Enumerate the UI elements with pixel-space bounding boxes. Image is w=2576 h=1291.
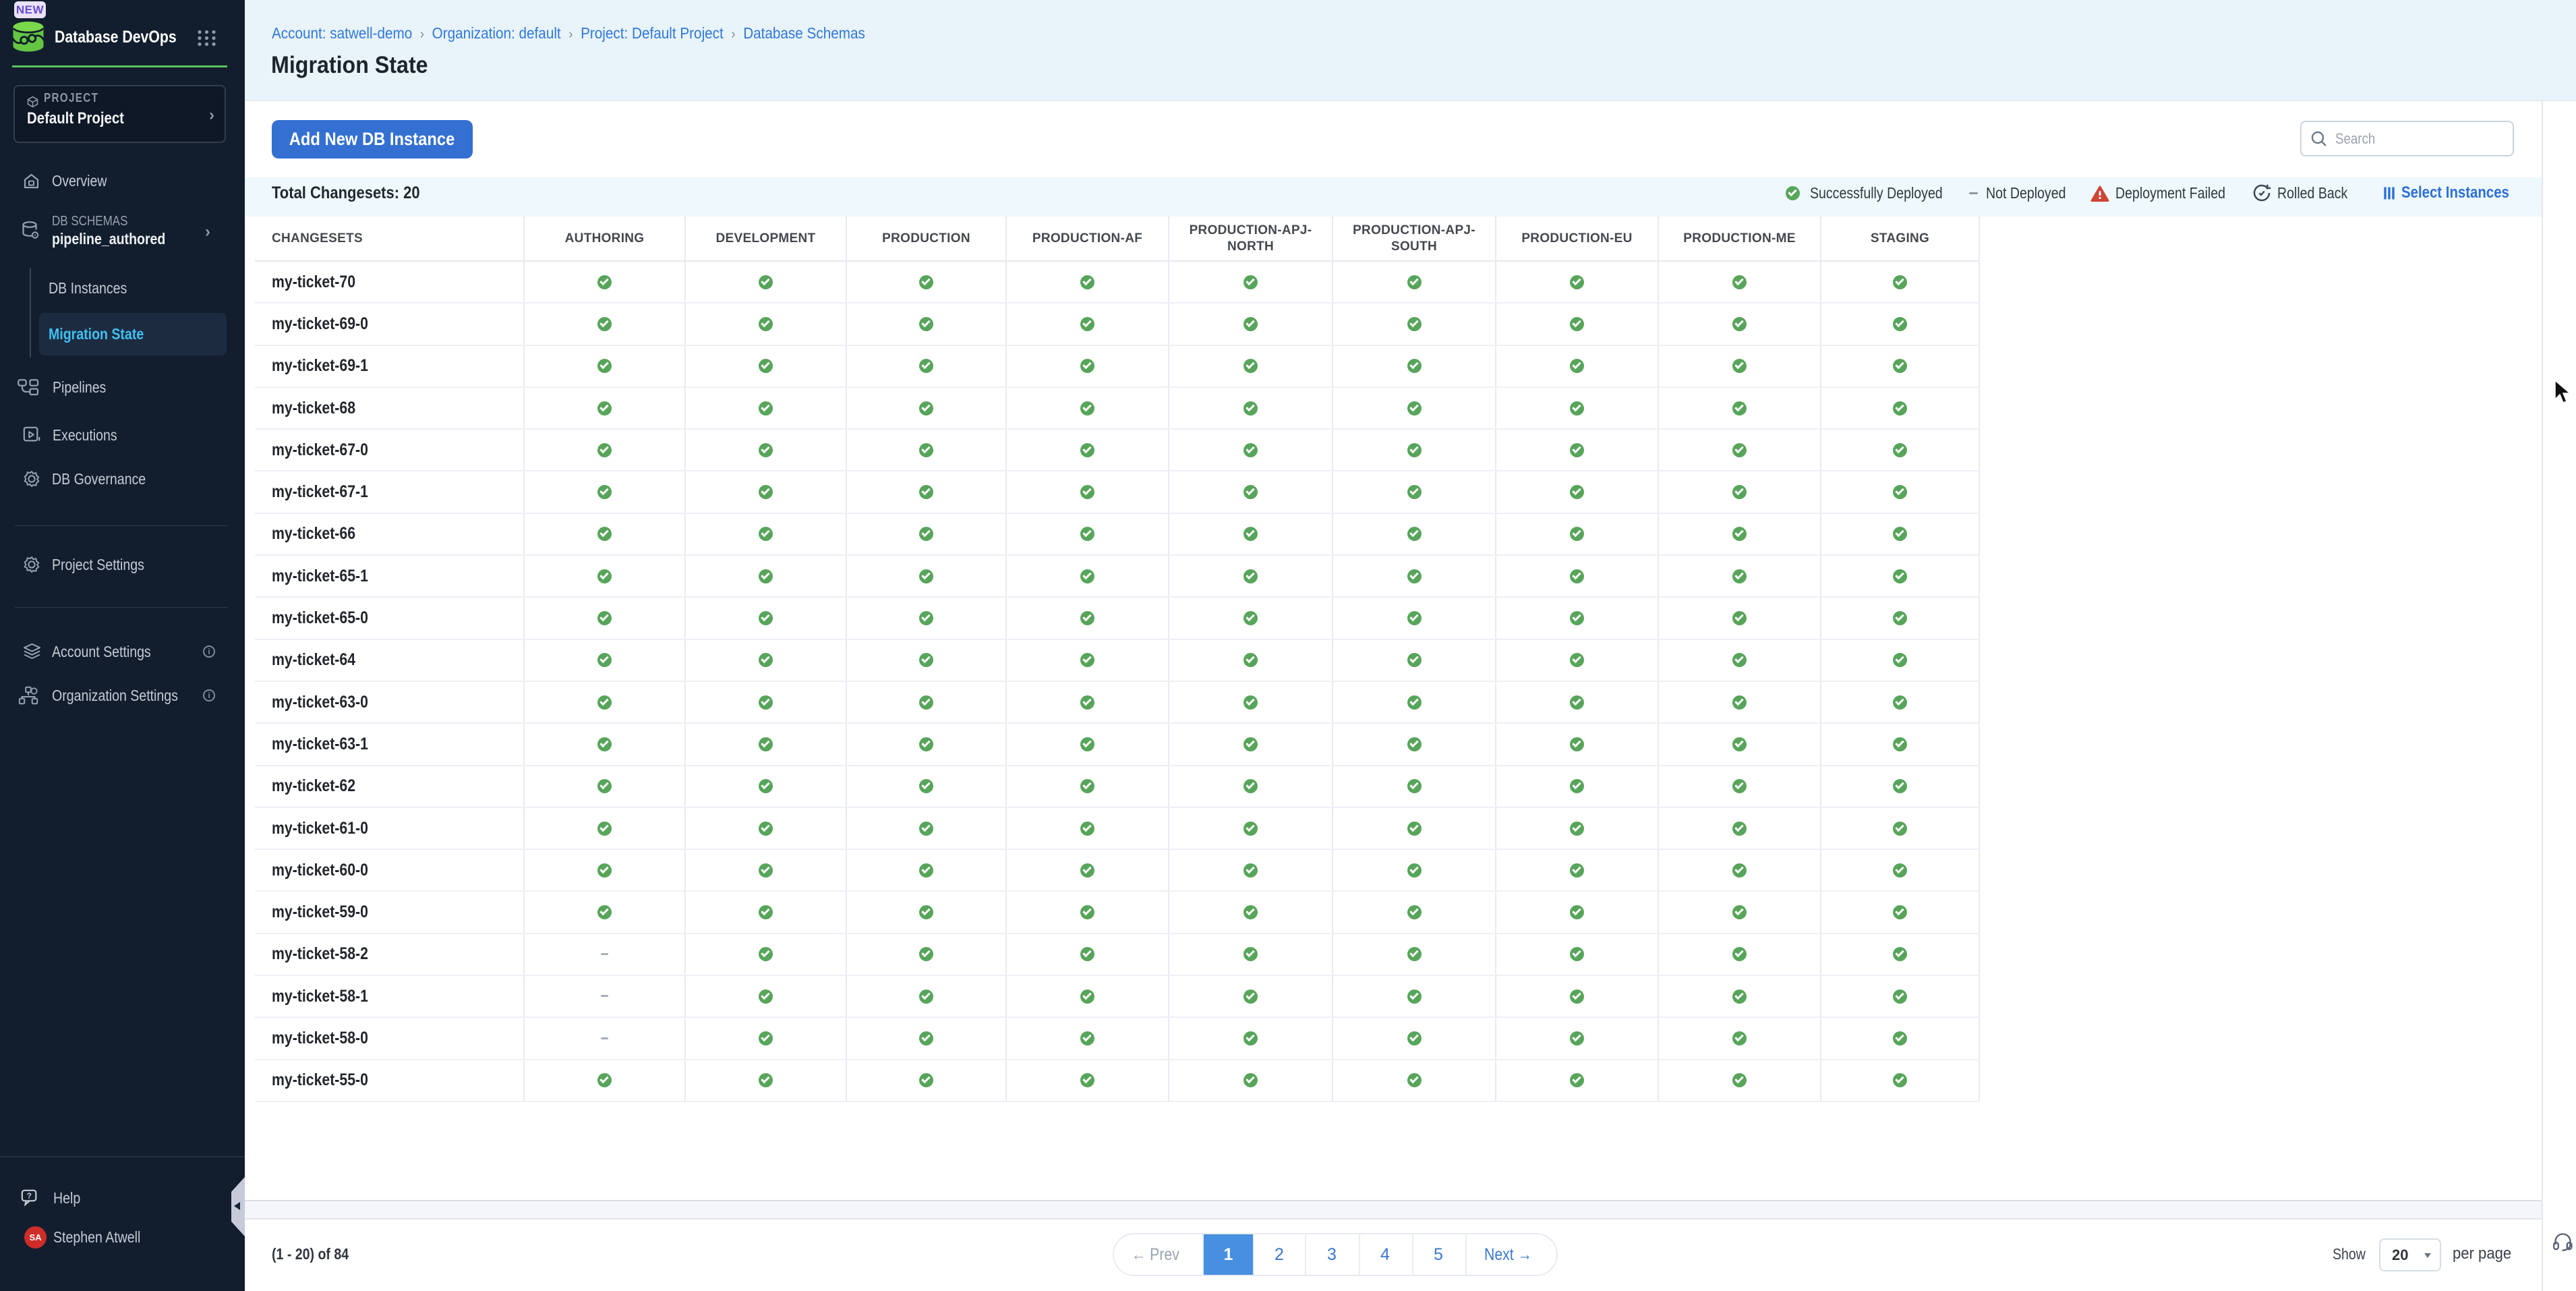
svg-text:?: ? xyxy=(27,1191,32,1201)
